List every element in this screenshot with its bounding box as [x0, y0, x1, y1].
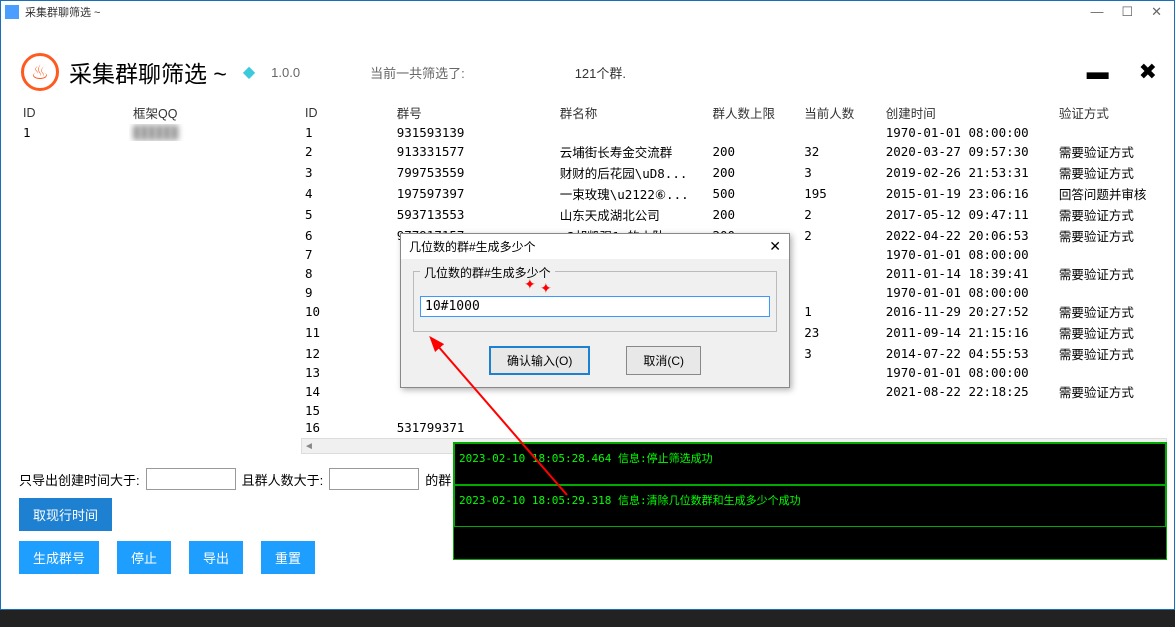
- logo-icon: ♨: [21, 53, 59, 91]
- col-id[interactable]: ID: [19, 101, 129, 124]
- table-row[interactable]: 5593713553山东天成湖北公司20022017-05-12 09:47:1…: [301, 204, 1167, 225]
- app-icon: [5, 5, 19, 19]
- stats-label: 当前一共筛选了:: [370, 63, 465, 82]
- filter-label-1: 只导出创建时间大于:: [19, 470, 140, 489]
- col-header[interactable]: ID: [301, 101, 393, 124]
- stop-button[interactable]: 停止: [117, 541, 171, 574]
- annotation-star-icon: ✦: [540, 280, 552, 297]
- table-row[interactable]: 1██████: [19, 124, 301, 141]
- log-line: 2023-02-10 18:05:29.318 信息:清除几位数群和生成多少个成…: [454, 485, 1166, 527]
- table-row[interactable]: 19315931391970-01-01 08:00:00: [301, 124, 1167, 141]
- filter-label-3: 的群: [425, 470, 451, 489]
- input-dialog: 几位数的群#生成多少个 ✕ 几位数的群#生成多少个 确认输入(O) 取消(C): [400, 233, 790, 388]
- export-button[interactable]: 导出: [189, 541, 243, 574]
- table-row[interactable]: 4197597397一束玫瑰\u2122⑥...5001952015-01-19…: [301, 183, 1167, 204]
- col-header[interactable]: 当前人数: [800, 101, 882, 124]
- dialog-title: 几位数的群#生成多少个: [409, 238, 536, 255]
- stats-value: 121个群.: [575, 63, 626, 82]
- dialog-input[interactable]: [420, 296, 770, 317]
- inner-close-icon[interactable]: ✖: [1139, 59, 1157, 85]
- app-title: 采集群聊筛选 ~: [69, 55, 227, 89]
- generate-button[interactable]: 生成群号: [19, 541, 99, 574]
- close-icon[interactable]: ✕: [1151, 4, 1162, 20]
- col-header[interactable]: 验证方式: [1055, 101, 1167, 124]
- dialog-ok-button[interactable]: 确认输入(O): [489, 346, 590, 375]
- log-line: 2023-02-10 18:05:28.464 信息:停止筛选成功: [454, 443, 1166, 485]
- filter-time-input[interactable]: [146, 468, 236, 490]
- col-header[interactable]: 群名称: [556, 101, 709, 124]
- maximize-icon[interactable]: ☐: [1121, 4, 1133, 20]
- dialog-close-icon[interactable]: ✕: [769, 238, 781, 255]
- col-qq[interactable]: 框架QQ: [129, 101, 301, 124]
- table-row[interactable]: 3799753559财财的后花园\uD8...20032019-02-26 21…: [301, 162, 1167, 183]
- inner-minimize-icon[interactable]: ▬: [1087, 59, 1109, 85]
- log-panel: 2023-02-10 18:05:28.464 信息:停止筛选成功 2023-0…: [453, 442, 1167, 560]
- diamond-icon: ◆: [243, 62, 255, 82]
- col-header[interactable]: 群人数上限: [709, 101, 801, 124]
- filter-count-input[interactable]: [329, 468, 419, 490]
- col-header[interactable]: 群号: [393, 101, 556, 124]
- get-time-button[interactable]: 取现行时间: [19, 498, 112, 531]
- titlebar-text: 采集群聊筛选 ~: [25, 4, 100, 20]
- qq-table[interactable]: ID 框架QQ 1██████: [19, 101, 301, 141]
- taskbar: [0, 610, 1175, 627]
- table-row[interactable]: 2913331577云埔街长寿金交流群200322020-03-27 09:57…: [301, 141, 1167, 162]
- reset-button[interactable]: 重置: [261, 541, 315, 574]
- table-row[interactable]: 16531799371: [301, 419, 1167, 436]
- dialog-cancel-button[interactable]: 取消(C): [626, 346, 701, 375]
- col-header[interactable]: 创建时间: [882, 101, 1055, 124]
- table-row[interactable]: 15: [301, 402, 1167, 419]
- minimize-icon[interactable]: —: [1090, 4, 1103, 20]
- annotation-star-icon: ✦: [524, 276, 536, 293]
- titlebar: 采集群聊筛选 ~ — ☐ ✕: [1, 1, 1174, 23]
- version-label: 1.0.0: [271, 65, 300, 80]
- filter-label-2: 且群人数大于:: [242, 470, 324, 489]
